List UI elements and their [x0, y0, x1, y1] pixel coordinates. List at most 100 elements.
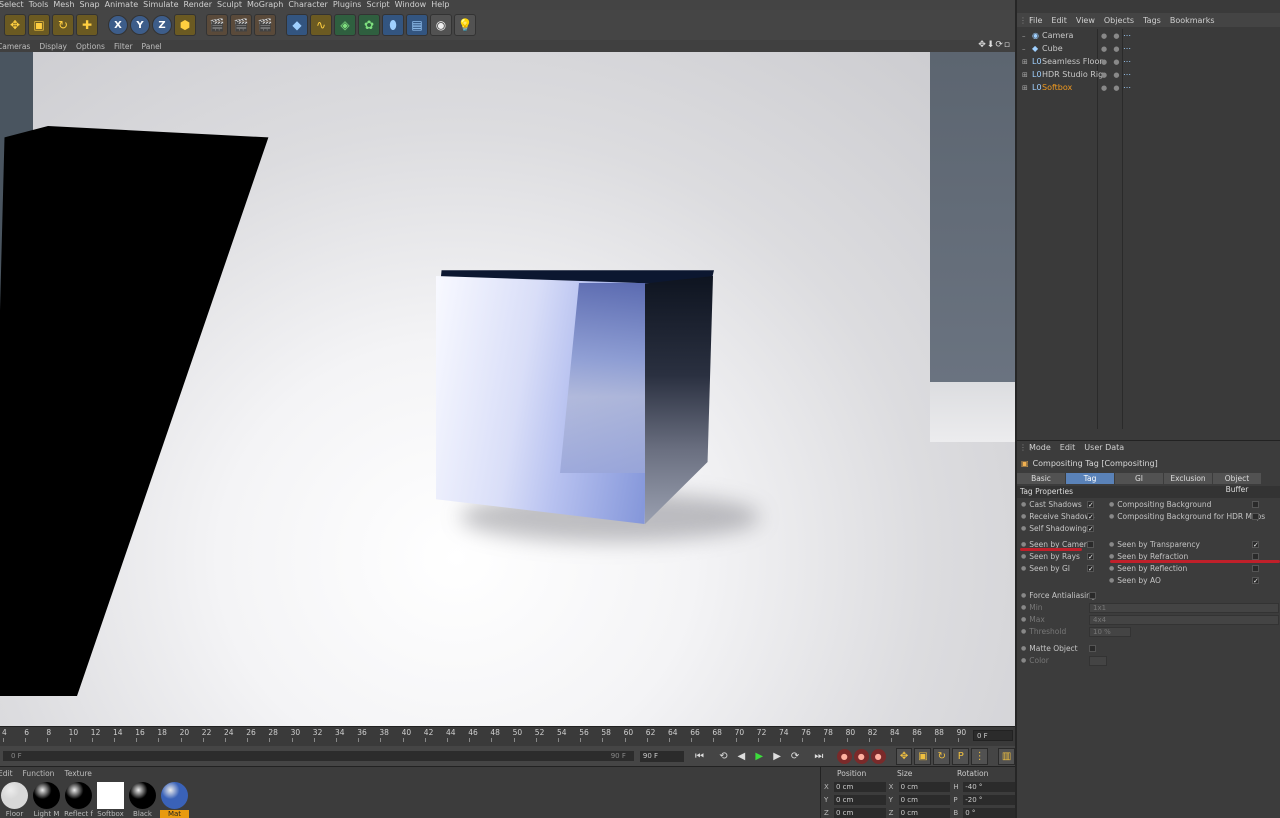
rotation-field[interactable]: -40 ° — [963, 782, 1015, 792]
menu-sculpt[interactable]: Sculpt — [217, 0, 247, 10]
next-frame-icon[interactable]: ▶ — [769, 748, 785, 764]
material-swatch[interactable]: Black — [128, 782, 157, 818]
visibility-dots-icon[interactable]: ● ● — [1101, 84, 1121, 92]
min-field[interactable]: 1x1 — [1089, 603, 1279, 613]
om-menu-objects[interactable]: Objects — [1104, 16, 1134, 25]
checkbox-self-shadowing[interactable]: ✓ — [1087, 525, 1094, 533]
goto-end-icon[interactable]: ⏭ — [811, 748, 827, 764]
render-picture-viewer-icon[interactable]: 🎬 — [230, 14, 252, 36]
menu-window[interactable]: Window — [395, 0, 432, 10]
spline-pen-icon[interactable]: ∿ — [310, 14, 332, 36]
object-row[interactable]: ⊞ L0 Softbox ● ● ⋯ — [1017, 81, 1280, 94]
om-menu-file[interactable]: File — [1029, 16, 1042, 25]
rotation-field[interactable]: 0 ° — [963, 808, 1015, 818]
checkbox-seen-by-rays[interactable]: ✓ — [1087, 553, 1094, 561]
object-name[interactable]: Camera — [1042, 31, 1108, 40]
checkbox-matte-object[interactable] — [1089, 645, 1096, 652]
om-menu-edit[interactable]: Edit — [1051, 16, 1067, 25]
position-field[interactable]: 0 cm — [833, 808, 886, 818]
material-swatch[interactable]: Light M — [32, 782, 61, 818]
add-tool-icon[interactable]: ✚ — [76, 14, 98, 36]
light-icon[interactable]: 💡 — [454, 14, 476, 36]
checkbox-seen-by-transparency[interactable]: ✓ — [1252, 541, 1259, 549]
checkbox-seen-by-refraction[interactable] — [1252, 553, 1259, 560]
menu-plugins[interactable]: Plugins — [333, 0, 367, 10]
viewport-menu-panel[interactable]: Panel — [142, 42, 171, 51]
goto-start-icon[interactable]: ⏮ — [692, 748, 708, 764]
scale-key-icon[interactable]: ▣ — [914, 747, 932, 765]
checkbox-seen-by-gi[interactable]: ✓ — [1087, 565, 1094, 573]
object-row[interactable]: ⊞ L0 HDR Studio Rig ● ● ⋯ — [1017, 68, 1280, 81]
menu-select[interactable]: Select — [0, 0, 29, 10]
menu-render[interactable]: Render — [184, 0, 217, 10]
om-menu-tags[interactable]: Tags — [1143, 16, 1161, 25]
object-tags-icon[interactable]: ⋯ — [1123, 57, 1131, 66]
viewport-menu-cameras[interactable]: Cameras — [0, 42, 39, 51]
visibility-dots-icon[interactable]: ● ● — [1101, 32, 1121, 40]
material-swatch[interactable]: Reflect f — [64, 782, 93, 818]
material-menu-function[interactable]: Function — [23, 769, 55, 778]
object-row[interactable]: – ◉ Camera ● ● ⋯ — [1017, 29, 1280, 42]
next-key-icon[interactable]: ⟳ — [787, 748, 803, 764]
checkbox-seen-by-camera[interactable] — [1087, 541, 1094, 548]
expand-icon[interactable]: ⊞ — [1022, 58, 1032, 66]
expand-icon[interactable]: – — [1022, 32, 1032, 40]
timeline-ruler[interactable]: 4 6 8 10 12 14 16 18 20 22 24 26 28 30 32 34 36 38 40 42 44 4… — [0, 727, 970, 742]
visibility-dots-icon[interactable]: ● ● — [1101, 58, 1121, 66]
z-axis-button[interactable]: Z — [152, 15, 172, 35]
rotation-key-icon[interactable]: ↻ — [933, 747, 951, 765]
position-field[interactable]: 0 cm — [833, 782, 886, 792]
menu-help[interactable]: Help — [431, 0, 454, 10]
end-frame-field[interactable]: 90 F — [639, 750, 684, 762]
record-icon[interactable]: ● — [836, 748, 852, 764]
viewport-menu-display[interactable]: Display — [39, 42, 76, 51]
menu-animate[interactable]: Animate — [105, 0, 144, 10]
panel-grip-icon[interactable]: ⋮⋮ — [1019, 16, 1035, 25]
menu-simulate[interactable]: Simulate — [143, 0, 183, 10]
coordinate-system-icon[interactable]: ⬢ — [174, 14, 196, 36]
object-row[interactable]: – ◆ Cube ● ● ⋯ — [1017, 42, 1280, 55]
menu-tools[interactable]: Tools — [29, 0, 54, 10]
object-name[interactable]: HDR Studio Rig — [1042, 70, 1108, 79]
size-field[interactable]: 0 cm — [898, 795, 951, 805]
am-menu-mode[interactable]: Mode — [1029, 443, 1051, 452]
prev-frame-icon[interactable]: ◀ — [733, 748, 749, 764]
color-swatch[interactable] — [1089, 656, 1107, 666]
visibility-dots-icon[interactable]: ● ● — [1101, 71, 1121, 79]
frame-range-slider[interactable]: 0 F 90 F — [3, 751, 634, 761]
point-level-key-icon[interactable]: ⋮ — [971, 747, 989, 765]
checkbox-seen-by-ao[interactable]: ✓ — [1252, 577, 1259, 585]
tab-basic[interactable]: Basic — [1017, 473, 1065, 484]
object-tags-icon[interactable]: ⋯ — [1123, 31, 1131, 40]
position-key-icon[interactable]: ✥ — [895, 747, 913, 765]
scale-tool-icon[interactable]: ▣ — [28, 14, 50, 36]
object-name[interactable]: Cube — [1042, 44, 1108, 53]
render-settings-icon[interactable]: 🎬 — [254, 14, 276, 36]
y-axis-button[interactable]: Y — [130, 15, 150, 35]
render-view-icon[interactable]: 🎬 — [206, 14, 228, 36]
am-menu-edit[interactable]: Edit — [1060, 443, 1076, 452]
expand-icon[interactable]: – — [1022, 45, 1032, 53]
object-tags-icon[interactable]: ⋯ — [1123, 83, 1131, 92]
checkbox-force-antialiasing[interactable] — [1089, 592, 1096, 599]
menu-snap[interactable]: Snap — [79, 0, 104, 10]
object-name[interactable]: Seamless Floor — [1042, 57, 1108, 66]
checkbox-cast-shadows[interactable]: ✓ — [1087, 501, 1094, 509]
visibility-dots-icon[interactable]: ● ● — [1101, 45, 1121, 53]
parameter-key-icon[interactable]: P — [952, 747, 970, 765]
position-field[interactable]: 0 cm — [833, 795, 886, 805]
menu-script[interactable]: Script — [366, 0, 394, 10]
timeline[interactable]: 4 6 8 10 12 14 16 18 20 22 24 26 28 30 32 34 36 38 40 42 44 4… — [0, 726, 1015, 746]
panel-grip-icon[interactable]: ⋮⋮ — [1019, 443, 1035, 452]
rotate-tool-icon[interactable]: ↻ — [52, 14, 74, 36]
camera-icon[interactable]: ◉ — [430, 14, 452, 36]
checkbox-compositing-background[interactable] — [1252, 501, 1259, 508]
cube-primitive-icon[interactable]: ◆ — [286, 14, 308, 36]
timeline-icon[interactable]: ▥ — [998, 747, 1015, 765]
menu-mograph[interactable]: MoGraph — [247, 0, 288, 10]
expand-icon[interactable]: ⊞ — [1022, 71, 1032, 79]
material-menu-texture[interactable]: Texture — [64, 769, 91, 778]
material-swatch[interactable]: Mat — [160, 782, 189, 818]
current-frame-field[interactable]: 0 F — [973, 730, 1013, 741]
expand-icon[interactable]: ⊞ — [1022, 84, 1032, 92]
